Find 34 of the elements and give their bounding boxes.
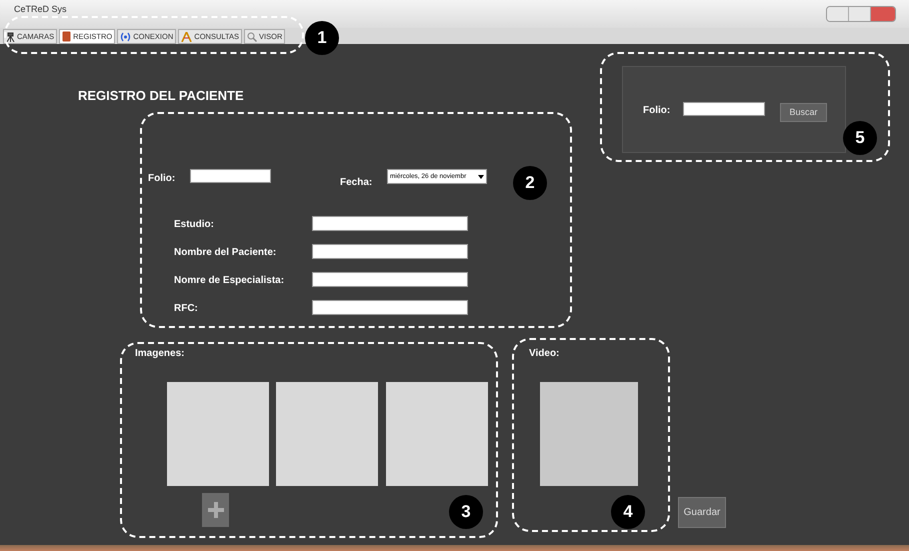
callout-number: 2 (513, 166, 547, 200)
compass-icon (181, 32, 192, 42)
minimize-button[interactable] (827, 7, 849, 21)
field-label: Folio: (148, 172, 176, 186)
input-field[interactable] (312, 272, 468, 287)
field-label: Fecha: (340, 176, 372, 190)
callout-number: 4 (611, 495, 645, 529)
section-label: Video: (529, 347, 560, 361)
callout-number: 3 (449, 495, 483, 529)
input-field[interactable] (312, 244, 468, 259)
plus-icon (208, 502, 224, 518)
maximize-button[interactable] (849, 7, 871, 21)
tripod-icon (6, 32, 15, 42)
window-title: CeTReD Sys (14, 4, 67, 14)
input-field[interactable] (312, 300, 468, 315)
add-image-button[interactable] (202, 493, 229, 527)
folio-search-field[interactable] (683, 102, 765, 116)
save-button[interactable]: Guardar (678, 497, 726, 528)
book-icon (62, 31, 72, 42)
caret-icon (478, 174, 484, 178)
field-label: Folio: (643, 104, 670, 118)
form-heading: REGISTRO DEL PACIENTE (78, 87, 244, 105)
signal-icon (120, 32, 132, 42)
callout-number: 5 (843, 121, 877, 155)
field-label: Nomre de Especialista: (174, 274, 284, 288)
input-field[interactable] (312, 216, 468, 231)
field-label: Nombre del Paciente: (174, 246, 276, 260)
field-label: Estudio: (174, 218, 214, 232)
callout-number: 1 (305, 21, 339, 55)
search-button[interactable]: Buscar (780, 103, 827, 122)
folio-field[interactable] (190, 169, 271, 183)
magnifier-icon (247, 32, 258, 42)
section-label: Imagenes: (135, 347, 184, 361)
field-label: RFC: (174, 302, 198, 316)
